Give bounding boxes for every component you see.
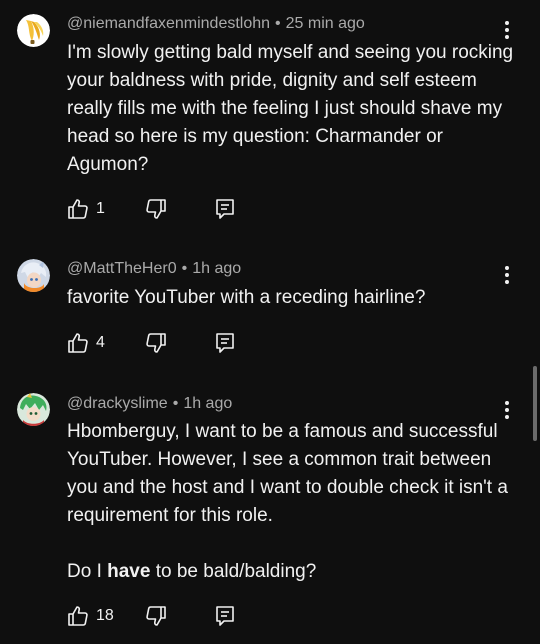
like-count: 4 (96, 334, 105, 351)
reply-button[interactable] (214, 196, 236, 222)
like-button[interactable]: 1 (66, 196, 105, 222)
meta-separator: • (275, 15, 281, 32)
thumbs-up-icon (68, 333, 88, 353)
dislike-button[interactable] (144, 603, 168, 629)
anime-character-avatar-icon (17, 259, 50, 292)
banana-avatar-icon (17, 14, 50, 47)
green-haired-character-avatar-icon (17, 393, 50, 426)
comment-actions: 18 (66, 603, 266, 629)
reply-icon (216, 333, 234, 353)
thumbs-up-icon (68, 606, 88, 626)
comment-author[interactable]: @MattTheHer0 (67, 260, 177, 277)
dislike-button[interactable] (144, 196, 168, 222)
like-button[interactable]: 4 (66, 330, 105, 356)
comment-timestamp[interactable]: 1h ago (192, 260, 241, 277)
reply-icon (216, 606, 234, 626)
comment-meta: @MattTheHer0 • 1h ago (67, 259, 241, 279)
avatar[interactable] (17, 14, 50, 47)
text-run: Do I (67, 561, 108, 582)
more-vertical-icon (505, 21, 509, 39)
emphasized-text: have (107, 561, 151, 582)
comment-meta: @drackyslime • 1h ago (67, 394, 232, 414)
comment-text: favorite YouTuber with a receding hairli… (67, 284, 517, 312)
avatar[interactable] (17, 259, 50, 292)
comment-timestamp[interactable]: 1h ago (183, 395, 232, 412)
reply-icon (216, 199, 234, 219)
like-button[interactable]: 18 (66, 603, 114, 629)
comment-author[interactable]: @drackyslime (67, 395, 168, 412)
reply-button[interactable] (214, 330, 236, 356)
thumbs-down-icon (146, 606, 166, 626)
comment-paragraph: favorite YouTuber with a receding hairli… (67, 287, 426, 308)
thumbs-down-icon (146, 333, 166, 353)
scrollbar-thumb[interactable] (533, 366, 537, 441)
avatar[interactable] (17, 393, 50, 426)
like-count: 1 (96, 200, 105, 217)
comment-actions: 1 (66, 196, 266, 222)
meta-separator: • (181, 260, 188, 277)
text-run: to be bald/balding? (150, 561, 317, 582)
more-vertical-icon (505, 401, 509, 419)
thumbs-down-icon (146, 199, 166, 219)
reply-button[interactable] (214, 603, 236, 629)
comment-text: Hbomberguy, I want to be a famous and su… (67, 418, 517, 586)
comment-timestamp[interactable]: 25 min ago (286, 15, 365, 32)
comment-paragraph: Do I have to be bald/balding? (67, 558, 517, 586)
comment-actions: 4 (66, 330, 266, 356)
thumbs-up-icon (68, 199, 88, 219)
comment-paragraph: Hbomberguy, I want to be a famous and su… (67, 421, 508, 526)
more-vertical-icon (505, 266, 509, 284)
meta-separator: • (172, 395, 179, 412)
comment-paragraph: I'm slowly getting bald myself and seein… (67, 42, 514, 175)
comment-text: I'm slowly getting bald myself and seein… (67, 39, 517, 179)
comment-author[interactable]: @niemandfaxenmindestlohn (67, 15, 270, 32)
comment-meta: @niemandfaxenmindestlohn • 25 min ago (67, 14, 365, 34)
dislike-button[interactable] (144, 330, 168, 356)
like-count: 18 (96, 607, 114, 624)
